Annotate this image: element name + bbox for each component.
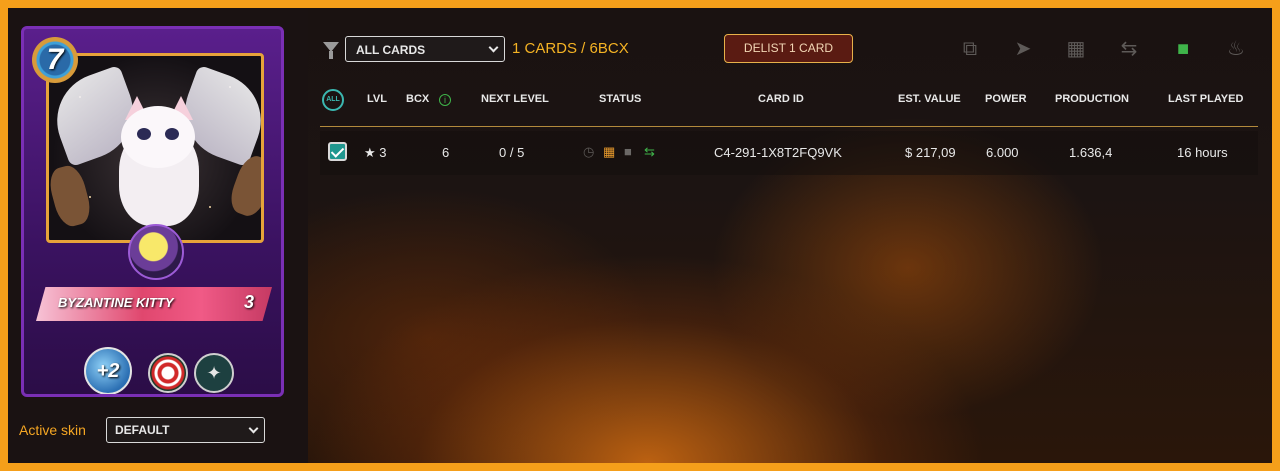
magic-ability-icon: +2 bbox=[84, 347, 132, 394]
card-name: BYZANTINE KITTY bbox=[58, 295, 174, 310]
header-divider bbox=[320, 126, 1258, 127]
combine-icon[interactable]: ⧉ bbox=[959, 38, 981, 60]
cell-next-level: 0 / 5 bbox=[499, 145, 525, 160]
filter-icon[interactable] bbox=[323, 42, 339, 59]
card-name-banner: BYZANTINE KITTY 3 bbox=[36, 287, 272, 321]
cell-production: 1.636,4 bbox=[1069, 145, 1113, 160]
chevron-down-icon bbox=[488, 42, 499, 53]
lock-status-icon: ■ bbox=[624, 144, 632, 159]
header-power[interactable]: POWER bbox=[985, 93, 1027, 105]
clock-icon: ◷ bbox=[583, 144, 595, 159]
chevron-down-icon bbox=[248, 423, 259, 434]
skin-select-value: DEFAULT bbox=[115, 423, 170, 437]
cell-last-played: 16 hours bbox=[1177, 145, 1228, 160]
header-lvl[interactable]: LVL bbox=[367, 93, 387, 105]
send-icon[interactable]: ➤ bbox=[1012, 38, 1034, 60]
card-gem-icon bbox=[128, 224, 184, 280]
burn-icon[interactable]: ♨ bbox=[1225, 38, 1247, 60]
card-filter-select[interactable]: ALL CARDS bbox=[345, 36, 505, 62]
header-bcx[interactable]: BCX bbox=[406, 93, 429, 105]
card-filter-value: ALL CARDS bbox=[356, 43, 426, 57]
active-skin-label: Active skin bbox=[19, 422, 86, 438]
mana-level-badge: 7 bbox=[32, 37, 78, 83]
header-last-played[interactable]: LAST PLAYED bbox=[1168, 93, 1243, 105]
cell-est-value: $ 217,09 bbox=[905, 145, 956, 160]
header-status[interactable]: STATUS bbox=[599, 93, 641, 105]
selection-count: 1 CARDS / 6BCX bbox=[512, 40, 629, 57]
transfer-icon[interactable]: ⇆ bbox=[1118, 38, 1140, 60]
card-level: 3 bbox=[243, 292, 254, 312]
header-card-id[interactable]: CARD ID bbox=[758, 93, 804, 105]
market-icon[interactable]: ▦ bbox=[1065, 38, 1087, 60]
info-icon[interactable]: i bbox=[439, 94, 451, 106]
cell-card-id[interactable]: C4-291-1X8T2FQ9VK bbox=[714, 145, 842, 160]
lock-icon[interactable]: ■ bbox=[1172, 38, 1194, 60]
cell-power: 6.000 bbox=[986, 145, 1019, 160]
cell-lvl: ★ 3 bbox=[364, 145, 387, 160]
skin-select[interactable]: DEFAULT bbox=[106, 417, 265, 443]
header-production[interactable]: PRODUCTION bbox=[1055, 93, 1129, 105]
delist-button[interactable]: DELIST 1 CARD bbox=[724, 34, 853, 63]
header-est-value[interactable]: EST. VALUE bbox=[898, 93, 961, 105]
transfer-status-icon: ⇆ bbox=[644, 144, 655, 159]
card-image[interactable]: 7 BYZANTINE KITTY 3 +2 ✦ bbox=[21, 26, 284, 397]
select-all-button[interactable]: ALL bbox=[322, 89, 344, 111]
header-next-level[interactable]: NEXT LEVEL bbox=[481, 93, 549, 105]
sparkle-ability-icon: ✦ bbox=[194, 353, 234, 393]
card-artwork bbox=[46, 53, 264, 243]
cell-bcx: 6 bbox=[442, 145, 450, 160]
row-checkbox[interactable] bbox=[328, 142, 347, 161]
target-ability-icon bbox=[148, 353, 188, 393]
market-status-icon[interactable]: ▦ bbox=[603, 144, 615, 160]
